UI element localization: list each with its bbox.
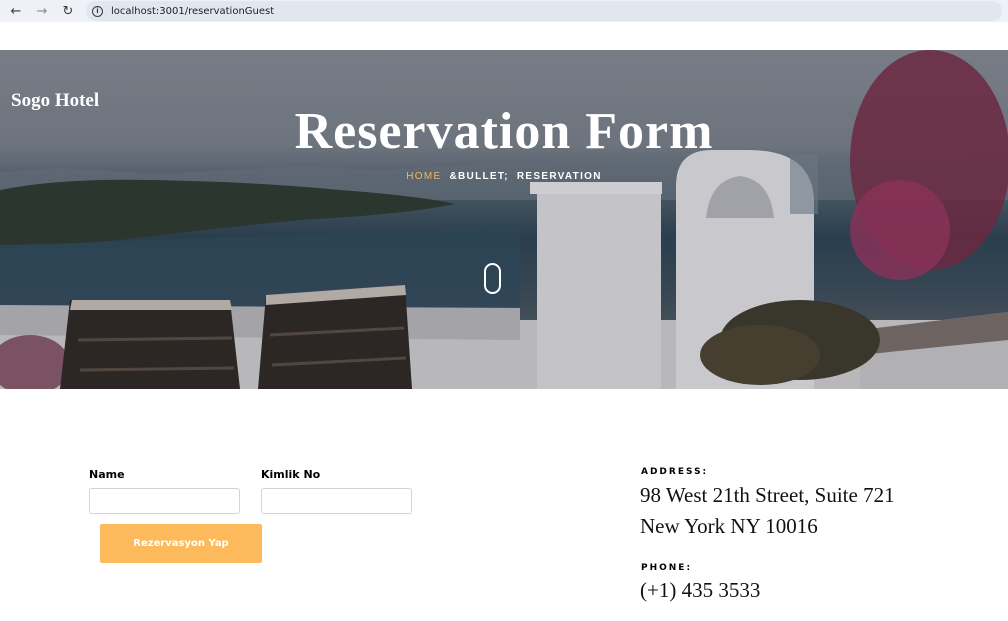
- browser-toolbar: ← → ↻ i localhost:3001/reservationGuest: [0, 0, 1008, 22]
- breadcrumb-home-link[interactable]: HOME: [406, 171, 441, 182]
- back-button[interactable]: ←: [5, 0, 27, 22]
- mouse-icon[interactable]: [484, 263, 501, 294]
- name-label: Name: [89, 468, 125, 481]
- reload-icon: ↻: [62, 3, 74, 19]
- forward-button[interactable]: →: [31, 0, 53, 22]
- breadcrumb: HOME &BULLET; RESERVATION: [0, 171, 1008, 182]
- page-title: Reservation Form: [294, 103, 714, 160]
- reservation-submit-button[interactable]: Rezervasyon Yap: [100, 524, 262, 563]
- hero-banner: Sogo Hotel Reservation Form HOME &BULLET…: [0, 50, 1008, 389]
- address-bar[interactable]: i localhost:3001/reservationGuest: [86, 1, 1002, 21]
- arrow-right-icon: →: [36, 3, 48, 19]
- reload-button[interactable]: ↻: [57, 0, 79, 22]
- kimlik-label: Kimlik No: [261, 468, 321, 481]
- breadcrumb-separator: &BULLET;: [449, 171, 509, 182]
- address-line-2: New York NY 10016: [640, 514, 818, 538]
- name-input[interactable]: [89, 488, 240, 514]
- address-label: ADDRESS:: [641, 467, 709, 477]
- phone-label: PHONE:: [641, 563, 693, 573]
- phone-value: (+1) 435 3533: [640, 578, 761, 602]
- arrow-left-icon: ←: [10, 3, 22, 19]
- url-text: localhost:3001/reservationGuest: [111, 5, 275, 17]
- address-line-1: 98 West 21th Street, Suite 721: [640, 483, 895, 507]
- breadcrumb-current: RESERVATION: [516, 171, 602, 182]
- info-icon[interactable]: i: [92, 5, 103, 17]
- kimlik-input[interactable]: [261, 488, 412, 514]
- hero-overlay: [0, 50, 1008, 389]
